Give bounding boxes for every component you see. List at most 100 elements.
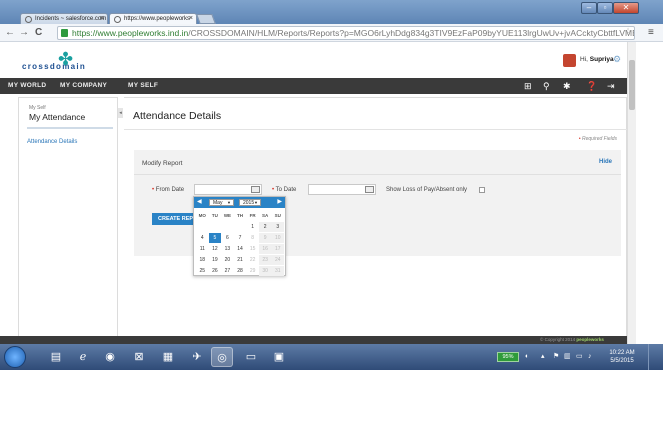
calendar-day[interactable]: 26 xyxy=(209,266,222,276)
loss-of-pay-checkbox[interactable] xyxy=(479,187,485,193)
loss-of-pay-label: Show Loss of Pay/Absent only xyxy=(386,187,468,193)
nav-my-self[interactable]: MY SELF xyxy=(128,82,158,89)
calendar-day[interactable]: 28 xyxy=(234,266,247,276)
flag-icon[interactable]: ⚑ xyxy=(553,352,559,362)
reload-button[interactable]: C xyxy=(35,27,42,39)
help-icon[interactable]: ❓ xyxy=(586,80,597,92)
start-button[interactable] xyxy=(4,346,26,368)
book-icon[interactable]: ⊞ xyxy=(524,80,532,92)
title-divider xyxy=(124,129,627,130)
chevron-down-icon: ▼ xyxy=(227,200,231,205)
avatar[interactable] xyxy=(563,54,576,67)
scrollbar-thumb[interactable] xyxy=(629,60,635,110)
calendar-day[interactable]: 25 xyxy=(196,266,209,276)
folder-icon[interactable]: ▦ xyxy=(157,347,179,367)
calendar-day[interactable]: 10 xyxy=(271,233,285,243)
bookmark-star-icon[interactable]: ☆ xyxy=(624,26,632,37)
tray-icon[interactable]: ◐ xyxy=(525,352,529,362)
close-tab-icon[interactable]: × xyxy=(189,15,193,22)
calendar-day[interactable]: 24 xyxy=(271,255,285,265)
calendar-day[interactable]: 9 xyxy=(258,233,272,243)
close-tab-icon[interactable]: × xyxy=(100,15,104,22)
calendar-day[interactable]: 1 xyxy=(246,222,259,232)
calendar-day[interactable]: 31 xyxy=(271,266,285,276)
calendar-day[interactable]: 18 xyxy=(196,255,209,265)
maximize-button[interactable]: ▫ xyxy=(597,2,613,14)
internet-explorer-icon[interactable]: ℯ xyxy=(72,347,94,367)
calendar-day[interactable]: 16 xyxy=(258,244,272,254)
calendar-empty-cell xyxy=(196,222,209,232)
to-calendar-icon[interactable] xyxy=(365,186,374,193)
url-scheme: https:// xyxy=(72,28,98,38)
year-select[interactable]: 2015 ▼ xyxy=(239,199,261,206)
calendar-day[interactable]: 2 xyxy=(258,222,272,232)
back-button[interactable]: ← xyxy=(5,27,15,39)
close-window-button[interactable]: ✕ xyxy=(613,2,639,14)
calendar-day[interactable]: 15 xyxy=(246,244,259,254)
tools-icon[interactable]: ✱ xyxy=(563,80,571,92)
month-select[interactable]: May ▼ xyxy=(209,199,234,206)
calendar-day[interactable]: 22 xyxy=(246,255,259,265)
messenger-icon[interactable]: ▭ xyxy=(240,347,262,367)
browser-titlebar: Incidents ~ salesforce.com × https://www… xyxy=(0,0,663,25)
firefox-icon[interactable]: ◉ xyxy=(99,347,121,367)
forward-button[interactable]: → xyxy=(19,27,29,39)
calendar-day[interactable]: 7 xyxy=(234,233,247,243)
calendar-day[interactable]: 13 xyxy=(221,244,234,254)
app-footer: © Copyright 2014 peopleworks xyxy=(0,336,627,344)
calendar-day[interactable]: 29 xyxy=(246,266,259,276)
screen: Incidents ~ salesforce.com × https://www… xyxy=(0,0,663,370)
calendar-day[interactable]: 6 xyxy=(221,233,234,243)
calendar-day[interactable]: 8 xyxy=(246,233,259,243)
datepicker: ◀ May ▼ 2015 ▼ ▶ MO TU WE TH FR SA SU 1 2 3 4 5 6 7 8 9 10… xyxy=(193,196,286,276)
volume-icon[interactable]: ♪ xyxy=(588,352,592,362)
calendar-day[interactable]: 27 xyxy=(221,266,234,276)
calendar-day[interactable]: 11 xyxy=(196,244,209,254)
hide-link[interactable]: Hide xyxy=(599,159,612,165)
calendar-day[interactable]: 30 xyxy=(258,266,272,276)
calendar-day[interactable]: 14 xyxy=(234,244,247,254)
nav-my-company[interactable]: MY COMPANY xyxy=(60,82,107,89)
battery-indicator[interactable]: 95% xyxy=(497,352,519,362)
calendar-day[interactable]: 4 xyxy=(196,233,209,243)
paint-icon[interactable]: ▣ xyxy=(268,347,290,367)
minimize-button[interactable]: – xyxy=(581,2,597,14)
panel-title: Modify Report xyxy=(142,160,183,167)
sidebar-item-attendance-details[interactable]: Attendance Details xyxy=(27,139,77,145)
copyright: © Copyright 2014 peopleworks xyxy=(540,337,604,342)
show-desktop-button[interactable] xyxy=(648,344,663,370)
footer-brand: peopleworks xyxy=(576,337,604,342)
calendar-day[interactable]: 12 xyxy=(209,244,222,254)
address-bar[interactable]: https://www.peopleworks.ind.in/CROSSDOMA… xyxy=(57,26,635,40)
calendar-grid: MO TU WE TH FR SA SU 1 2 3 4 5 6 7 8 9 10 11 12 13 14 15 16 17 1… xyxy=(196,211,285,277)
excel-icon[interactable]: ⊠ xyxy=(128,347,150,367)
explorer-icon[interactable]: ▤ xyxy=(45,347,67,367)
prev-month-icon[interactable]: ◀ xyxy=(197,198,202,205)
network-icon[interactable]: ▥ xyxy=(564,352,571,362)
logout-icon[interactable]: ⇥ xyxy=(607,80,615,92)
browser-menu-icon[interactable]: ≡ xyxy=(648,27,654,38)
display-icon[interactable]: ▭ xyxy=(576,352,583,362)
calendar-day[interactable]: 3 xyxy=(271,222,285,232)
nav-my-world[interactable]: MY WORLD xyxy=(8,82,46,89)
user-greeting[interactable]: Hi, Supriya xyxy=(580,56,614,63)
calendar-day[interactable]: 5 xyxy=(208,233,222,243)
calendar-day[interactable]: 19 xyxy=(209,255,222,265)
create-report-button[interactable]: CREATE REPORT xyxy=(152,213,198,225)
pin-icon[interactable]: ⚲ xyxy=(543,80,550,92)
collapse-sidebar-button[interactable]: ◂ xyxy=(118,108,123,118)
app-icon[interactable]: ✈ xyxy=(186,347,208,367)
calendar-day[interactable]: 17 xyxy=(271,244,285,254)
chrome-icon[interactable]: ◎ xyxy=(211,347,233,367)
sidebar-divider xyxy=(27,127,113,129)
tray-arrow-icon[interactable]: ▴ xyxy=(541,352,545,362)
calendar-day[interactable]: 23 xyxy=(258,255,272,265)
from-calendar-icon[interactable] xyxy=(251,186,260,193)
next-month-icon[interactable]: ▶ xyxy=(277,198,282,205)
settings-gear-icon[interactable]: ⚙ xyxy=(613,54,621,65)
vertical-scrollbar[interactable] xyxy=(627,42,636,344)
calendar-day[interactable]: 21 xyxy=(234,255,247,265)
clock[interactable]: 10:22 AM 5/5/2015 xyxy=(604,349,640,365)
new-tab-button[interactable] xyxy=(196,14,216,24)
calendar-day[interactable]: 20 xyxy=(221,255,234,265)
